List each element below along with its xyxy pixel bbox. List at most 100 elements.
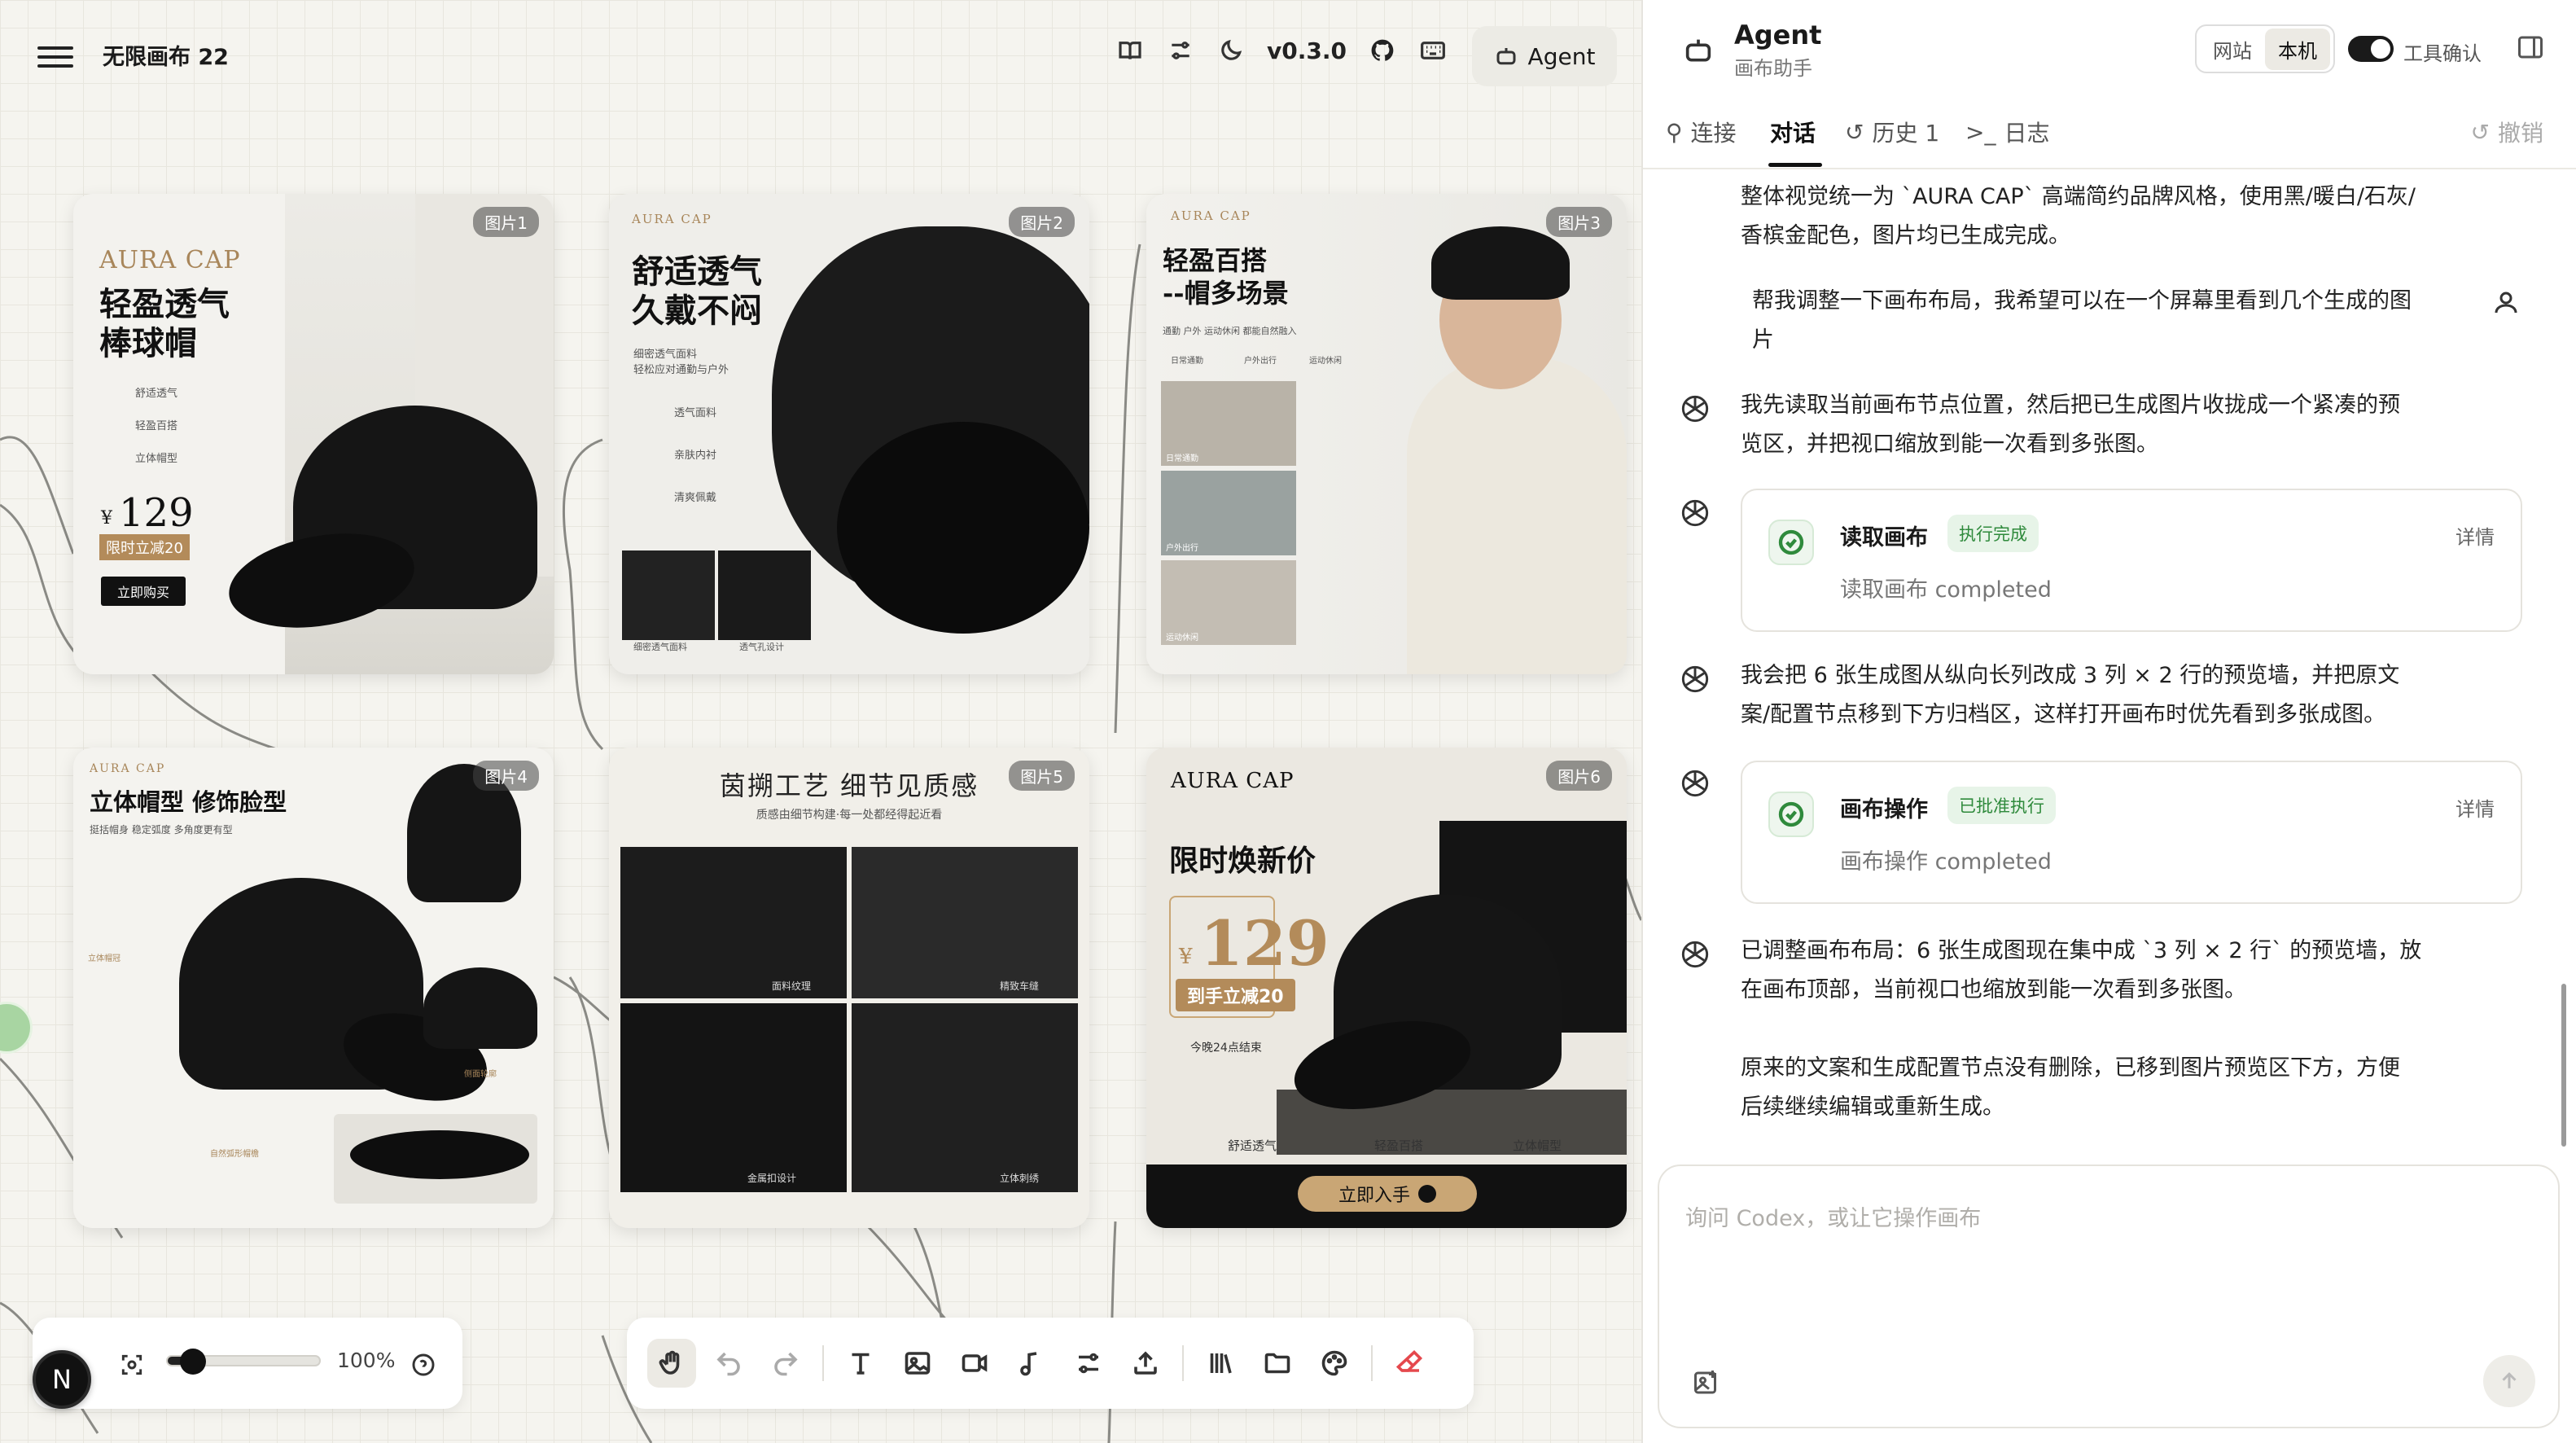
card-feature: 轻盈百搭: [1374, 1138, 1424, 1153]
image-card-1[interactable]: AURA CAP 轻盈透气 棒球帽 舒适透气 轻盈百搭 立体帽型 ¥ 129 限…: [73, 194, 554, 674]
infinite-canvas[interactable]: 无限画布 22 v0.3.0 Agent AURA CAP 轻盈透气 棒球帽 舒…: [0, 0, 1641, 1443]
image-card-3[interactable]: AURA CAP 轻盈百搭 --帽多场景 通勤 户外 运动休闲 都能自然融入 日…: [1146, 194, 1627, 674]
details-link[interactable]: 详情: [2456, 793, 2495, 822]
chat-messages[interactable]: 整体视觉统一为 `AURA CAP` 高端简约品牌风格，使用黑/暖白/石灰/ 香…: [1643, 171, 2576, 1148]
scene-caption: 户外出行: [1166, 544, 1198, 553]
redo-icon[interactable]: [761, 1339, 810, 1388]
image-card-5[interactable]: 茵搠工艺 细节见质感 质感由细节构建·每一处都经得起近看 面料纹理 精致车缝 金…: [609, 748, 1089, 1228]
send-button[interactable]: [2483, 1355, 2535, 1407]
image-card-6[interactable]: AURA CAP 限时焕新价 ¥ 129 到手立减20 今晚24点结束 舒适透气…: [1146, 748, 1627, 1228]
image-icon[interactable]: [893, 1339, 942, 1388]
check-icon: [1768, 520, 1814, 565]
card-feature: 透气面料: [674, 407, 717, 419]
promo-badge: 到手立减20: [1176, 979, 1295, 1011]
card-sub: 细密透气面料 轻松应对通勤与户外: [633, 349, 729, 376]
user-icon: [2491, 288, 2521, 318]
card-brand: AURA CAP: [1171, 769, 1295, 793]
settings-icon[interactable]: [1166, 36, 1195, 65]
tab-connect[interactable]: ⚲ 连接: [1666, 116, 1737, 148]
price-symbol: ¥: [101, 508, 112, 529]
undo-label: 撤销: [2497, 120, 2543, 147]
card-sub: 挺括帽身 稳定弧度 多角度更有型: [90, 824, 233, 836]
price-symbol: ¥: [1179, 945, 1193, 969]
tab-label: 对话: [1770, 120, 1816, 147]
tool-name: 画布操作: [1840, 797, 1928, 822]
buy-button[interactable]: 立即购买: [101, 577, 186, 606]
sidebar-toggle-icon[interactable]: [2516, 33, 2548, 65]
panel-tabs: ⚲ 连接 对话 ↺ 历史 1 >_ 日志 ↺ 撤销: [1643, 91, 2576, 169]
card-feature: 轻盈百搭: [135, 420, 178, 432]
undo-icon: ↺: [2470, 118, 2490, 146]
tab-label: 连接: [1690, 120, 1737, 147]
theme-moon-icon[interactable]: [1216, 36, 1246, 65]
callout: 立体帽冠: [88, 954, 120, 963]
folder-icon[interactable]: [1253, 1339, 1302, 1388]
zoom-value: 100%: [337, 1349, 396, 1372]
detail-caption: 金属扣设计: [747, 1173, 797, 1184]
tab-chat[interactable]: 对话: [1770, 116, 1816, 148]
library-icon[interactable]: [1196, 1339, 1245, 1388]
chat-scrollbar[interactable]: [2561, 984, 2566, 1147]
undo-icon[interactable]: [704, 1339, 753, 1388]
details-link[interactable]: 详情: [2456, 521, 2495, 550]
terminal-icon: >_: [1965, 118, 1996, 146]
assistant-message: 已调整画布布局：6 张生成图现在集中成 `3 列 × 2 行` 的预览墙，放 在…: [1741, 938, 2422, 1120]
audio-icon[interactable]: [1007, 1339, 1056, 1388]
help-icon[interactable]: [410, 1352, 436, 1378]
eraser-icon[interactable]: [1385, 1339, 1434, 1388]
mode-option-web[interactable]: 网站: [2200, 29, 2265, 70]
card-badge: 图片3: [1546, 207, 1612, 237]
assistant-message: 我会把 6 张生成图从纵向长列改成 3 列 × 2 行的预览墙，并把原文 案/配…: [1741, 663, 2400, 727]
tool-call-card: 读取画布 执行完成 详情 读取画布 completed: [1741, 489, 2522, 632]
callout: 侧面轮廓: [464, 1070, 497, 1079]
promo-badge: 限时立减20: [99, 534, 190, 560]
video-icon[interactable]: [950, 1339, 999, 1388]
settings-icon[interactable]: [1064, 1339, 1113, 1388]
canvas-title: 无限画布 22: [103, 45, 229, 70]
chat-input[interactable]: 询问 Codex，或让它操作画布: [1658, 1164, 2560, 1428]
zoom-slider-knob[interactable]: [179, 1349, 206, 1375]
menu-icon[interactable]: [37, 41, 73, 73]
detail-caption: 立体刺绣: [1000, 1173, 1040, 1184]
card-feature: 亲肤内衬: [674, 450, 717, 462]
card-feature: 立体帽型: [135, 453, 178, 465]
assistant-message: 整体视觉统一为 `AURA CAP` 高端简约品牌风格，使用黑/暖白/石灰/ 香…: [1741, 184, 2416, 248]
text-icon[interactable]: [836, 1339, 885, 1388]
keyboard-icon[interactable]: [1418, 36, 1448, 65]
tool-name: 读取画布: [1840, 525, 1928, 550]
mode-option-local[interactable]: 本机: [2265, 28, 2330, 70]
agent-panel: Agent 画布助手 网站 本机 工具确认 ⚲ 连接 对话 ↺ 历史 1 >_ 日志 …: [1641, 0, 2576, 1443]
history-icon: ↺: [1845, 118, 1864, 146]
docs-icon[interactable]: [1115, 36, 1145, 65]
arrow-up-icon: [2502, 1372, 2517, 1388]
check-icon: [1768, 792, 1814, 837]
tab-log[interactable]: >_ 日志: [1965, 116, 2049, 148]
fit-view-icon[interactable]: [119, 1352, 145, 1378]
robot-icon: [1496, 48, 1516, 65]
user-message: 帮我调整一下画布布局，我希望可以在一个屏幕里看到几个生成的图 片: [1752, 288, 2412, 353]
upload-icon[interactable]: [1121, 1339, 1170, 1388]
card-headline: 轻盈透气 棒球帽: [99, 285, 230, 362]
price-value: 129: [119, 490, 194, 536]
card-headline: 舒适透气 久戴不闷: [632, 252, 762, 330]
attach-image-icon[interactable]: [1692, 1368, 1721, 1397]
card-feature: 立体帽型: [1513, 1138, 1562, 1153]
palette-icon[interactable]: [1310, 1339, 1359, 1388]
card-headline: 限时焕新价: [1169, 844, 1316, 878]
agent-button[interactable]: Agent: [1472, 26, 1617, 86]
image-card-4[interactable]: AURA CAP 立体帽型 修饰脸型 挺括帽身 稳定弧度 多角度更有型 立体帽冠…: [73, 748, 554, 1228]
user-avatar[interactable]: N: [33, 1350, 91, 1409]
card-feature: 舒适透气: [1228, 1138, 1277, 1153]
tab-history[interactable]: ↺ 历史 1: [1845, 116, 1939, 148]
hand-icon[interactable]: [647, 1339, 696, 1388]
image-card-2[interactable]: AURA CAP 舒适透气 久戴不闷 细密透气面料 轻松应对通勤与户外 透气面料…: [609, 194, 1089, 674]
undo-button[interactable]: ↺ 撤销: [2471, 116, 2543, 148]
tool-confirm-switch[interactable]: [2348, 36, 2394, 62]
card-badge: 图片2: [1009, 207, 1075, 237]
timer-label: 今晚24点结束: [1190, 1042, 1262, 1055]
buy-now-button[interactable]: 立即入手: [1298, 1176, 1477, 1212]
openai-icon: [1677, 661, 1713, 697]
tool-result: 画布操作 completed: [1840, 849, 2052, 875]
github-icon[interactable]: [1368, 36, 1397, 65]
zoom-slider[interactable]: [166, 1349, 321, 1375]
